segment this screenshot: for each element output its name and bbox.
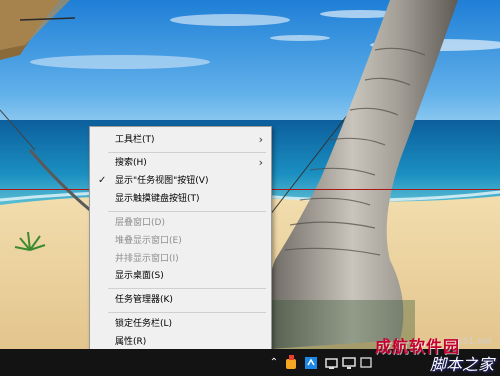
menu-item-cascade-windows: 层叠窗口(D): [90, 215, 271, 231]
menu-separator: [108, 211, 266, 212]
menu-item-label: 显示触摸键盘按钮(T): [115, 194, 200, 204]
app-tray-icon[interactable]: [303, 349, 319, 376]
network-icon[interactable]: [324, 349, 340, 376]
menu-item-lock-taskbar[interactable]: 锁定任务栏(L): [90, 316, 271, 332]
menu-item-side-by-side-windows: 并排显示窗口(I): [90, 251, 271, 267]
menu-item-label: 堆叠显示窗口(E): [115, 236, 182, 246]
menu-item-show-touch-keyboard-button[interactable]: 显示触摸键盘按钮(T): [90, 191, 271, 207]
menu-item-task-manager[interactable]: 任务管理器(K): [90, 292, 271, 308]
app-tray-icon[interactable]: [283, 349, 299, 376]
menu-item-stack-windows: 堆叠显示窗口(E): [90, 233, 271, 249]
menu-item-label: 显示"任务视图"按钮(V): [115, 176, 209, 186]
watermark-url: jb51.net: [454, 337, 492, 347]
taskbar-context-menu: 工具栏(T) › 搜索(H) › ✓ 显示"任务视图"按钮(V) 显示触摸键盘按…: [89, 126, 272, 354]
check-icon: ✓: [98, 175, 107, 186]
menu-item-label: 并排显示窗口(I): [115, 254, 179, 264]
menu-separator: [108, 288, 266, 289]
menu-item-label: 工具栏(T): [115, 135, 155, 145]
action-center-icon[interactable]: [358, 349, 374, 376]
menu-item-label: 搜索(H): [115, 158, 147, 168]
display-icon[interactable]: [341, 349, 357, 376]
menu-item-show-desktop[interactable]: 显示桌面(S): [90, 268, 271, 284]
menu-item-toolbars[interactable]: 工具栏(T) ›: [90, 132, 271, 148]
menu-item-label: 显示桌面(S): [115, 271, 164, 281]
chevron-right-icon: ›: [258, 133, 263, 146]
menu-item-show-task-view-button[interactable]: ✓ 显示"任务视图"按钮(V): [90, 173, 271, 189]
menu-item-properties[interactable]: 属性(R): [90, 334, 271, 350]
menu-item-label: 任务管理器(K): [115, 295, 173, 305]
watermark-logo-subtext: 脚本之家: [429, 355, 494, 374]
menu-item-label: 锁定任务栏(L): [115, 319, 173, 329]
show-hidden-icons-chevron-icon[interactable]: ⌃: [266, 349, 282, 376]
menu-item-label: 层叠窗口(D): [115, 218, 165, 228]
chevron-right-icon: ›: [258, 156, 263, 169]
menu-item-label: 属性(R): [115, 337, 147, 347]
menu-separator: [108, 312, 266, 313]
menu-separator: [108, 152, 266, 153]
menu-item-search[interactable]: 搜索(H) ›: [90, 155, 271, 171]
